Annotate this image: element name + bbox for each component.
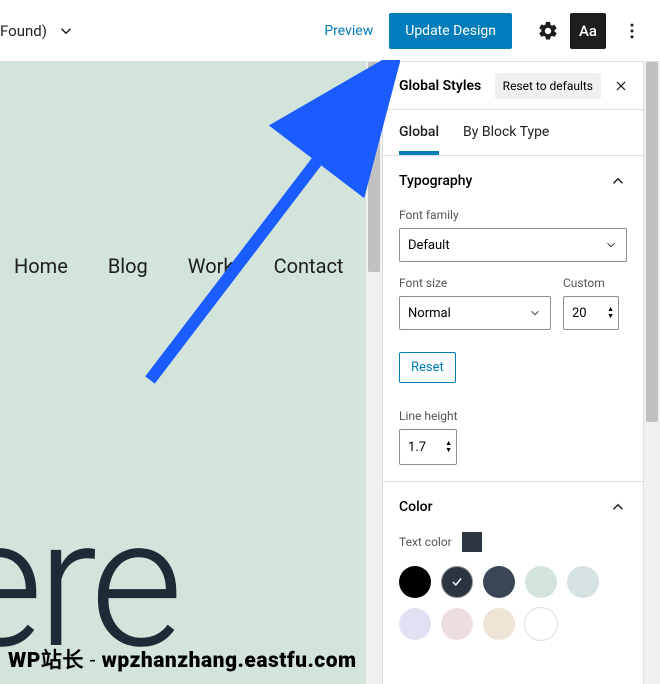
tab-by-block-type[interactable]: By Block Type bbox=[463, 110, 549, 155]
line-height-input[interactable]: 1.7 ▲▼ bbox=[399, 429, 457, 465]
settings-button[interactable] bbox=[530, 13, 566, 49]
font-size-value: Normal bbox=[408, 306, 451, 321]
sidebar-scrollbar[interactable] bbox=[643, 62, 660, 684]
custom-size-value: 20 bbox=[572, 306, 587, 321]
text-color-label: Text color bbox=[399, 535, 452, 549]
font-family-value: Default bbox=[408, 238, 450, 253]
nav-contact[interactable]: Contact bbox=[274, 254, 344, 278]
nav-home[interactable]: Home bbox=[14, 254, 68, 278]
chevron-down-icon bbox=[604, 238, 618, 252]
top-bar: Found) Preview Update Design Aa bbox=[0, 0, 660, 62]
reset-defaults-button[interactable]: Reset to defaults bbox=[495, 73, 601, 99]
reset-typography-button[interactable]: Reset bbox=[399, 352, 456, 383]
gear-icon bbox=[537, 20, 559, 42]
color-toggle[interactable]: Color bbox=[399, 498, 627, 516]
text-color-swatch[interactable] bbox=[462, 532, 482, 552]
canvas-scrollbar[interactable] bbox=[365, 62, 382, 684]
color-palette bbox=[399, 566, 627, 640]
number-spinner[interactable]: ▲▼ bbox=[607, 306, 614, 320]
number-spinner[interactable]: ▲▼ bbox=[445, 440, 452, 454]
typography-panel: Typography Font family Default Font size… bbox=[383, 156, 643, 482]
check-icon bbox=[450, 574, 464, 590]
settings-sidebar: Global Styles Reset to defaults Global B… bbox=[382, 62, 660, 684]
canvas-scrollbar-thumb[interactable] bbox=[368, 62, 380, 272]
font-family-label: Font family bbox=[399, 208, 627, 222]
color-panel: Color Text color bbox=[383, 482, 643, 656]
color-swatch[interactable] bbox=[399, 566, 431, 598]
chevron-down-icon bbox=[528, 306, 542, 320]
sidebar-scrollbar-thumb[interactable] bbox=[646, 62, 658, 422]
color-swatch-selected[interactable] bbox=[441, 566, 473, 598]
font-size-select[interactable]: Normal bbox=[399, 296, 551, 330]
font-family-select[interactable]: Default bbox=[399, 228, 627, 262]
nav-work[interactable]: Work bbox=[188, 254, 234, 278]
global-styles-button[interactable]: Aa bbox=[570, 13, 606, 49]
watermark: WP站长 - wpzhanzhang.eastfu.com bbox=[8, 644, 357, 674]
kebab-icon bbox=[622, 21, 642, 41]
tab-global[interactable]: Global bbox=[399, 110, 439, 155]
chevron-up-icon bbox=[609, 172, 627, 190]
sidebar-title: Global Styles bbox=[399, 78, 495, 94]
color-title: Color bbox=[399, 499, 433, 515]
preview-link[interactable]: Preview bbox=[324, 23, 373, 39]
typography-toggle[interactable]: Typography bbox=[399, 172, 627, 190]
font-size-label: Font size bbox=[399, 276, 551, 290]
sidebar-tabs: Global By Block Type bbox=[383, 110, 643, 156]
color-swatch[interactable] bbox=[483, 566, 515, 598]
canvas-wrap: Home Blog Work Contact ere bbox=[0, 62, 382, 684]
color-swatch[interactable] bbox=[399, 608, 431, 640]
color-swatch[interactable] bbox=[525, 608, 557, 640]
color-swatch[interactable] bbox=[567, 566, 599, 598]
line-height-label: Line height bbox=[399, 409, 627, 423]
site-nav: Home Blog Work Contact bbox=[0, 254, 343, 278]
close-sidebar-button[interactable] bbox=[607, 72, 635, 100]
chevron-down-icon bbox=[57, 22, 75, 40]
main-area: Home Blog Work Contact ere Global Styles… bbox=[0, 62, 660, 684]
color-swatch[interactable] bbox=[483, 608, 515, 640]
line-height-value: 1.7 bbox=[408, 440, 426, 455]
more-options-button[interactable] bbox=[614, 13, 650, 49]
editor-canvas[interactable]: Home Blog Work Contact ere bbox=[0, 62, 365, 684]
color-swatch[interactable] bbox=[441, 608, 473, 640]
color-swatch[interactable] bbox=[525, 566, 557, 598]
custom-size-label: Custom bbox=[563, 276, 627, 290]
template-selector[interactable]: Found) bbox=[0, 0, 75, 62]
sidebar-header: Global Styles Reset to defaults bbox=[383, 62, 643, 110]
chevron-up-icon bbox=[609, 498, 627, 516]
template-label: Found) bbox=[0, 22, 47, 40]
nav-blog[interactable]: Blog bbox=[108, 254, 148, 278]
typography-title: Typography bbox=[399, 173, 472, 189]
update-design-button[interactable]: Update Design bbox=[389, 13, 512, 49]
close-icon bbox=[614, 79, 628, 93]
custom-size-input[interactable]: 20 ▲▼ bbox=[563, 296, 619, 330]
